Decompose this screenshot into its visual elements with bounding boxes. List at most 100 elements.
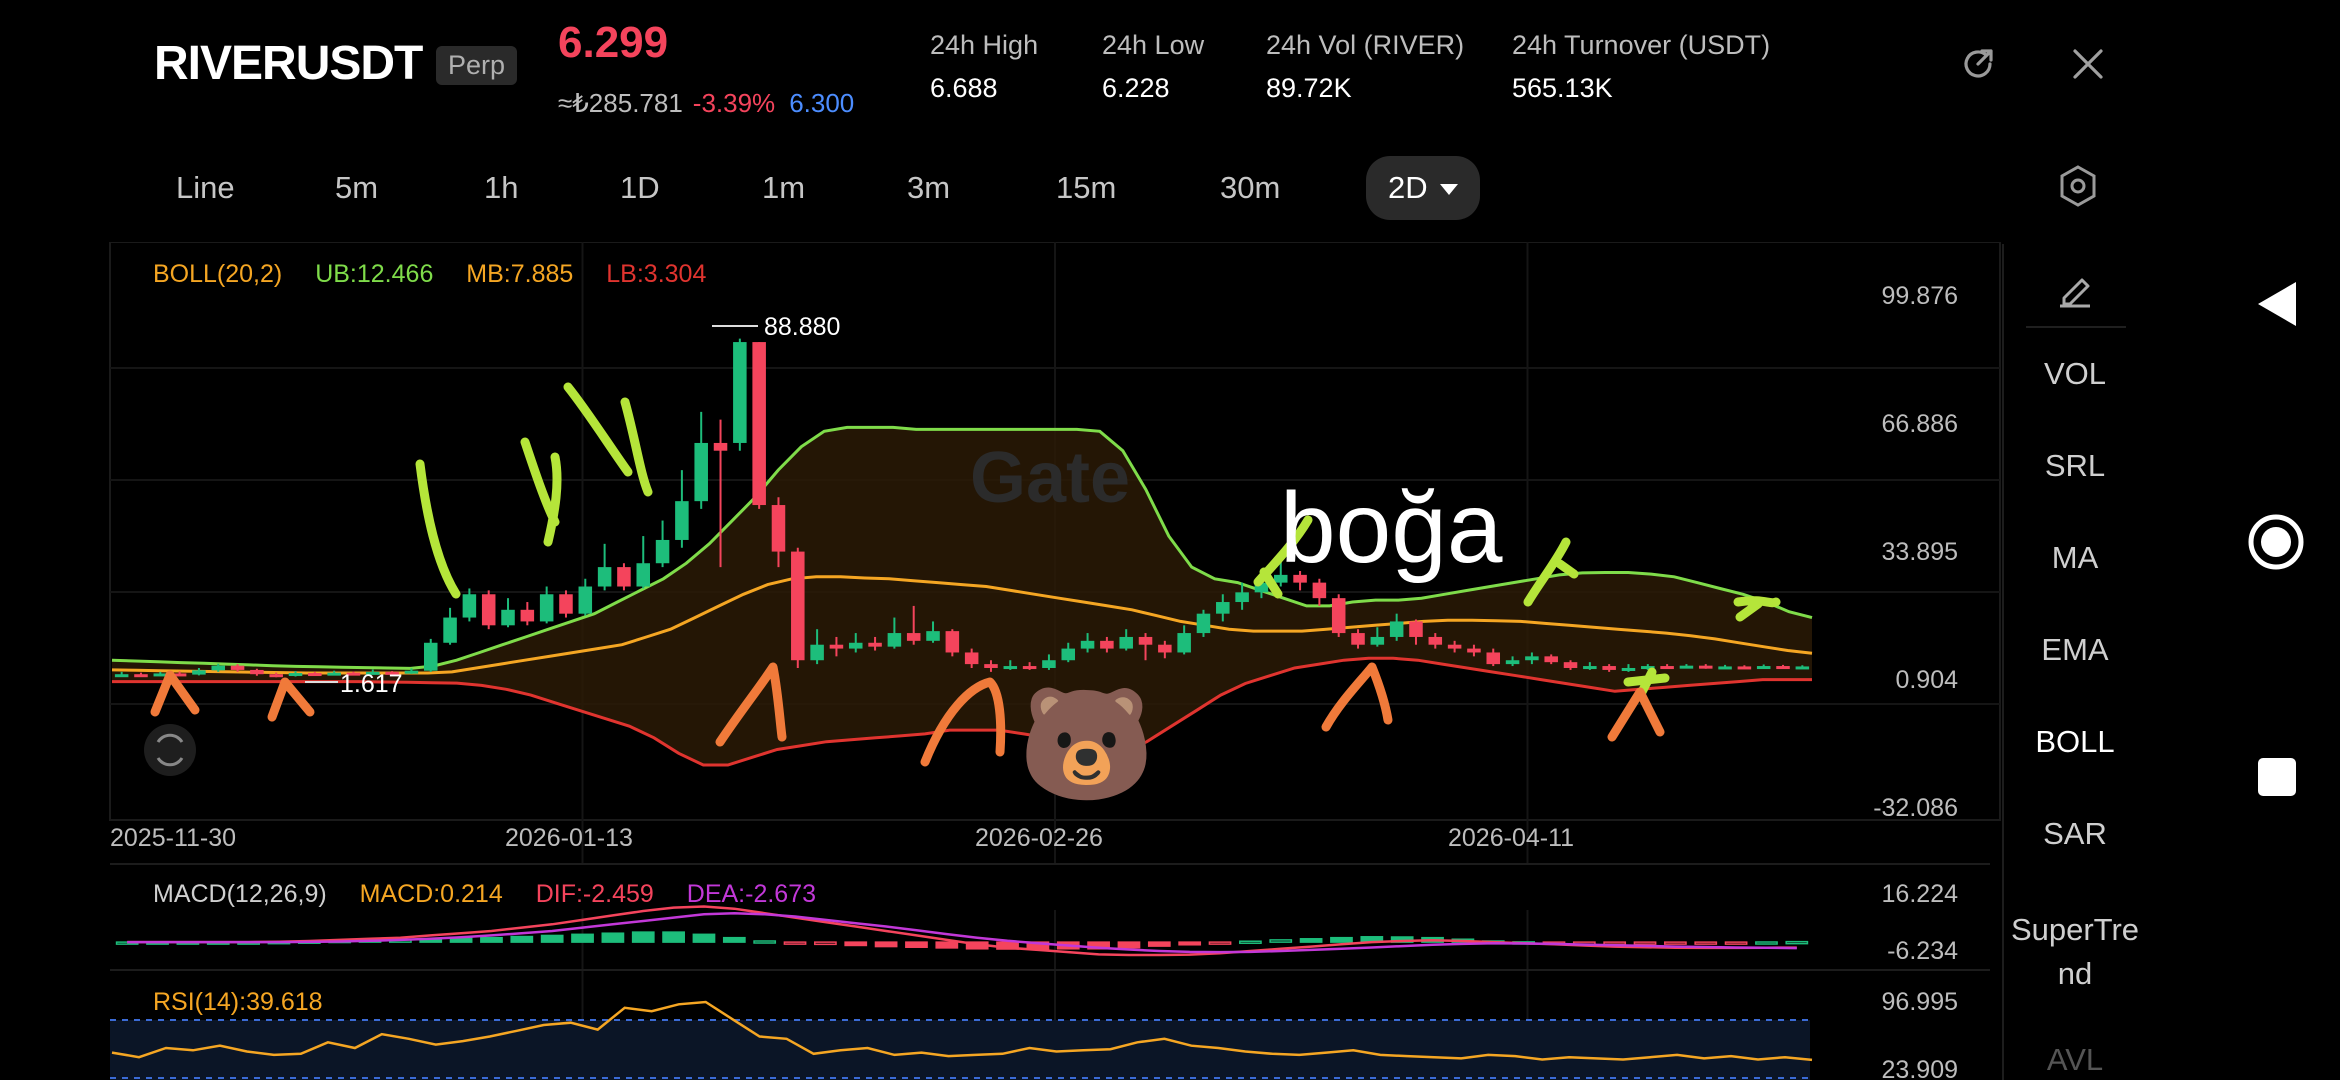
indicator-srl[interactable]: SRL (2004, 448, 2146, 484)
macd-bar (510, 935, 534, 943)
macd-bar (1724, 941, 1748, 945)
indicator-boll[interactable]: BOLL (2004, 724, 2146, 760)
macd-bar (1694, 941, 1718, 945)
candle-body (578, 586, 593, 614)
indicator-sar[interactable]: SAR (2004, 816, 2146, 852)
candle-body (848, 642, 863, 649)
stat-value: 6.228 (1102, 73, 1170, 103)
boll-lb: LB:3.304 (606, 260, 706, 288)
candle-body (1756, 666, 1771, 670)
candle-body (501, 609, 515, 626)
candle-body (733, 342, 747, 443)
candle-body (269, 674, 283, 678)
candle-body (1525, 656, 1539, 661)
rsi-band-bg (110, 1020, 1810, 1080)
divider (2026, 326, 2126, 328)
close-icon[interactable] (2070, 46, 2106, 87)
back-icon[interactable] (2256, 280, 2298, 333)
candle-body (752, 342, 766, 506)
stat-label: 24h High (930, 30, 1039, 60)
symbol-name[interactable]: RIVERUSDT (154, 36, 423, 91)
stat-value: 565.13K (1512, 73, 1613, 103)
candle-body (1312, 582, 1327, 599)
x-tick-label: 2025-11-30 (110, 824, 236, 852)
stat-value: 6.688 (930, 73, 998, 103)
candle-body (887, 633, 902, 647)
timeframe-tabs: Line 5m 1h 1D 1m 3m 15m 30m 2D (0, 152, 2150, 224)
macd-bar (480, 936, 503, 943)
snapshot-icon[interactable] (144, 724, 196, 776)
tab-5m[interactable]: 5m (335, 166, 378, 210)
macd-y-top: 16.224 (1882, 880, 1959, 908)
tab-3m[interactable]: 3m (907, 166, 950, 210)
macd-dea: DEA:-2.673 (687, 880, 816, 908)
macd-bar (722, 936, 746, 943)
candle-body (1138, 636, 1153, 645)
stat-24h-low: 24h Low 6.228 (1102, 30, 1204, 104)
y-tick-label: -32.086 (1873, 794, 1958, 822)
indicator-vol[interactable]: VOL (2004, 356, 2146, 392)
tab-1d[interactable]: 1D (620, 166, 660, 210)
candle-body (1370, 636, 1385, 645)
macd-dif: DIF:-2.459 (536, 880, 654, 908)
price-subline: ≈₺285.781 -3.39% 6.300 (558, 88, 854, 119)
candle-body (675, 501, 689, 540)
y-tick-label: 99.876 (1882, 282, 1958, 310)
candle-body (1351, 633, 1365, 645)
indicator-ma[interactable]: MA (2004, 540, 2146, 576)
settings-gear-icon[interactable] (2058, 164, 2098, 213)
macd-y-bottom: -6.234 (1887, 937, 1958, 965)
candlestick-chart[interactable]: Gate BOLL(20,2) UB:12.466 MB:7.885 LB:3.… (0, 241, 2150, 1080)
candle-body (636, 563, 651, 587)
candle-body (1776, 666, 1790, 670)
macd-bar (1330, 936, 1353, 943)
macd-bar (814, 941, 837, 946)
candle-body (1042, 660, 1056, 668)
annotation-stroke (1321, 662, 1393, 732)
indicator-ema[interactable]: EMA (2004, 632, 2146, 668)
tab-15m[interactable]: 15m (1056, 166, 1116, 210)
macd-bar (1755, 941, 1778, 945)
boll-band-area (112, 427, 1812, 765)
candle-body (597, 567, 612, 587)
candle-body (1505, 660, 1520, 665)
annotation-stroke (563, 382, 653, 497)
candle-body (655, 539, 670, 564)
macd-value: MACD:0.214 (360, 880, 503, 908)
candle-body (1563, 662, 1578, 668)
annotation-stroke (267, 677, 315, 722)
annotation-text: boğa (1280, 472, 1503, 584)
tab-2d-dropdown[interactable]: 2D (1366, 156, 1480, 220)
pencil-icon[interactable] (2056, 270, 2094, 313)
candle-body (230, 665, 245, 670)
tab-30m[interactable]: 30m (1220, 166, 1280, 210)
macd-bar (905, 941, 928, 948)
candle-body (308, 673, 322, 677)
tab-1m[interactable]: 1m (762, 166, 805, 210)
candle-body (481, 594, 496, 626)
refresh-icon[interactable] (1958, 44, 1998, 89)
candle-body (810, 644, 824, 661)
active-timeframe-label: 2D (1388, 170, 1428, 205)
candle-body (423, 642, 438, 671)
candle-body (1022, 666, 1037, 670)
tab-line[interactable]: Line (176, 166, 235, 210)
bear-emoji: 🐻 (1018, 678, 1155, 807)
candle-body (211, 665, 226, 671)
indicator-avl[interactable]: AVL (2004, 1042, 2146, 1078)
chart-area[interactable]: Gate BOLL(20,2) UB:12.466 MB:7.885 LB:3.… (0, 241, 2150, 1080)
macd-bar (1664, 941, 1687, 945)
indicator-supertrend[interactable]: SuperTrend (2004, 908, 2146, 996)
candle-body (1795, 666, 1810, 670)
candle-body (964, 652, 979, 665)
home-icon[interactable] (2246, 512, 2306, 577)
x-tick-label: 2026-02-26 (975, 824, 1103, 852)
candle-body (192, 670, 206, 675)
stat-24h-volume: 24h Vol (RIVER) 89.72K (1266, 30, 1464, 104)
stat-value: 89.72K (1266, 73, 1352, 103)
boll-ub: UB:12.466 (315, 260, 433, 288)
high-label: 88.880 (764, 313, 840, 341)
tab-1h[interactable]: 1h (484, 166, 518, 210)
candle-body (1119, 636, 1133, 649)
recents-icon[interactable] (2256, 756, 2298, 803)
